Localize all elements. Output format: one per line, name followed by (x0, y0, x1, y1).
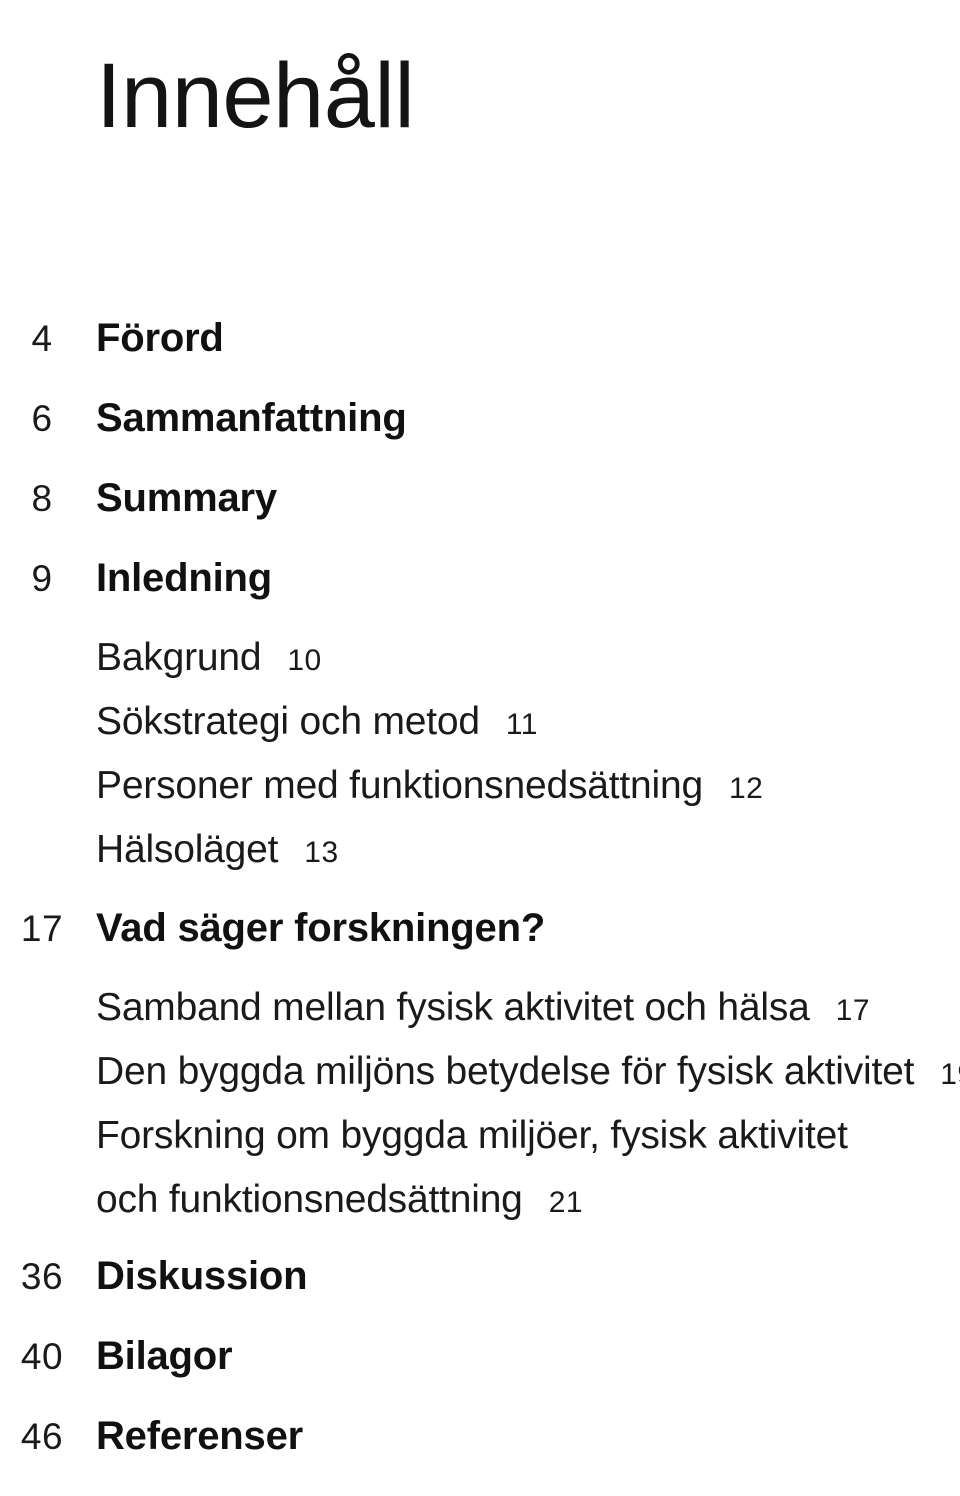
toc-entry[interactable]: Personer med funktionsnedsättning 12 (0, 766, 960, 830)
toc-entry-label: Inledning (96, 556, 272, 600)
toc-list: 4 Förord 6 Sammanfattning 8 Summary 9 Inledning… (0, 318, 960, 1496)
toc-entry-label: Sammanfattning (96, 396, 407, 440)
toc-entry[interactable]: 4 Förord (0, 318, 960, 398)
toc-entry-page-number: 8 (31, 478, 53, 519)
toc-entry-label: Samband mellan fysisk aktivitet och häls… (96, 986, 810, 1029)
toc-entry[interactable]: Bakgrund 10 (0, 638, 960, 702)
toc-entry-label: Vad säger forskningen? (96, 906, 546, 950)
toc-entry-label: Bakgrund (96, 636, 262, 679)
toc-entry-label: Sökstrategi och metod (96, 700, 480, 743)
toc-entry-label: Summary (96, 476, 277, 520)
toc-entry[interactable]: Hälsoläget 13 (0, 830, 960, 894)
toc-entry-page-number: 40 (20, 1336, 64, 1377)
toc-entry-label: och funktionsnedsättning (96, 1178, 523, 1221)
toc-entry-label: Förord (96, 316, 224, 360)
toc-entry[interactable]: 6 Sammanfattning (0, 398, 960, 478)
toc-entry[interactable]: 40 Bilagor (0, 1336, 960, 1416)
page-title: Innehåll (96, 44, 415, 147)
toc-entry-page-number: 9 (31, 558, 53, 599)
toc-entry[interactable]: Sökstrategi och metod 11 (0, 702, 960, 766)
toc-entry[interactable]: 46 Referenser (0, 1416, 960, 1496)
toc-entry-label: Den byggda miljöns betydelse för fysisk … (96, 1050, 915, 1093)
toc-entry-label: Personer med funktionsnedsättning (96, 764, 703, 807)
toc-entry-page-number: 46 (20, 1416, 64, 1457)
toc-entry-label: Bilagor (96, 1334, 233, 1378)
toc-entry[interactable]: 36 Diskussion (0, 1256, 960, 1336)
toc-entry[interactable]: Forskning om byggda miljöer, fysisk akti… (0, 1116, 960, 1180)
toc-entry[interactable]: Samband mellan fysisk aktivitet och häls… (0, 988, 960, 1052)
toc-entry-label: Diskussion (96, 1254, 308, 1298)
toc-entry[interactable]: och funktionsnedsättning 21 (0, 1180, 960, 1242)
toc-entry[interactable]: 17 Vad säger forskningen? (0, 908, 960, 988)
toc-entry-page-number: 21 (548, 1186, 584, 1219)
toc-entry[interactable]: 8 Summary (0, 478, 960, 558)
toc-entry-page-number: 19 (940, 1058, 960, 1091)
toc-entry-page-number: 11 (505, 708, 538, 741)
toc-entry-page-number: 17 (20, 908, 64, 949)
toc-entry-page-number: 36 (20, 1256, 64, 1297)
table-of-contents-page: Innehåll 4 Förord 6 Sammanfattning 8 Summary 9… (0, 0, 960, 1456)
toc-entry-label: Hälsoläget (96, 828, 279, 871)
toc-entry-page-number: 13 (304, 836, 339, 869)
toc-entry-label: Forskning om byggda miljöer, fysisk akti… (96, 1114, 848, 1157)
toc-entry-label: Referenser (96, 1414, 304, 1458)
toc-entry-page-number: 10 (287, 644, 322, 677)
toc-entry-page-number: 17 (835, 994, 871, 1027)
toc-entry-page-number: 4 (31, 318, 53, 359)
toc-entry[interactable]: 9 Inledning (0, 558, 960, 638)
toc-entry[interactable]: Den byggda miljöns betydelse för fysisk … (0, 1052, 960, 1116)
toc-entry-page-number: 6 (31, 398, 53, 439)
toc-entry-page-number: 12 (728, 772, 764, 805)
